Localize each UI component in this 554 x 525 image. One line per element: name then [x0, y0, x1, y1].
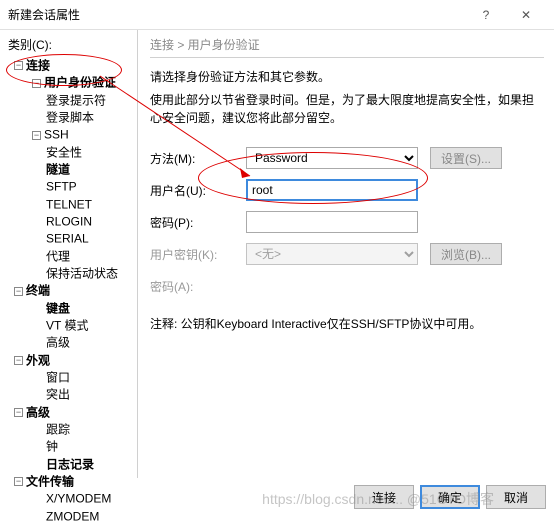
tree-serial[interactable]: SERIAL — [4, 230, 137, 247]
username-label: 用户名(U): — [150, 182, 246, 199]
settings-button[interactable]: 设置(S)... — [430, 147, 502, 169]
tree-connection[interactable]: −连接 — [4, 57, 137, 74]
tree-window[interactable]: 窗口 — [4, 369, 137, 386]
tree-login-script[interactable]: 登录脚本 — [4, 109, 137, 126]
tree-security[interactable]: 安全性 — [4, 144, 137, 161]
tree-rlogin[interactable]: RLOGIN — [4, 213, 137, 230]
password-input[interactable] — [246, 211, 418, 233]
cancel-button[interactable]: 取消 — [486, 485, 546, 509]
category-panel: 类别(C): −连接 −用户身份验证 登录提示符 登录脚本 −SSH 安全性 隧… — [0, 30, 138, 478]
dialog-footer: 连接 确定 取消 — [354, 485, 546, 509]
tree-trace[interactable]: 跟踪 — [4, 421, 137, 438]
help-button[interactable]: ? — [466, 0, 506, 30]
browse-button[interactable]: 浏览(B)... — [430, 243, 502, 265]
ok-button[interactable]: 确定 — [420, 485, 480, 509]
tree-auth[interactable]: −用户身份验证 — [4, 74, 137, 91]
username-input[interactable] — [246, 179, 418, 201]
tree-bell[interactable]: 钟 — [4, 438, 137, 455]
category-label: 类别(C): — [8, 36, 137, 53]
tree-ssh[interactable]: −SSH — [4, 126, 137, 143]
category-tree: −连接 −用户身份验证 登录提示符 登录脚本 −SSH 安全性 隧道 SFTP … — [4, 57, 137, 525]
method-label: 方法(M): — [150, 150, 246, 167]
connect-button[interactable]: 连接 — [354, 485, 414, 509]
tree-logging[interactable]: 日志记录 — [4, 456, 137, 473]
tree-sftp[interactable]: SFTP — [4, 178, 137, 195]
tree-advanced[interactable]: −高级 — [4, 404, 137, 421]
tree-terminal[interactable]: −终端 — [4, 282, 137, 299]
tree-advanced-t[interactable]: 高级 — [4, 334, 137, 351]
tree-filetransfer[interactable]: −文件传输 — [4, 473, 137, 490]
note-text: 注释: 公钥和Keyboard Interactive仅在SSH/SFTP协议中… — [150, 315, 544, 332]
tree-tunnel[interactable]: 隧道 — [4, 161, 137, 178]
tree-login-prompt[interactable]: 登录提示符 — [4, 92, 137, 109]
window-title: 新建会话属性 — [8, 6, 466, 23]
title-bar: 新建会话属性 ? ✕ — [0, 0, 554, 30]
tree-keepalive[interactable]: 保持活动状态 — [4, 265, 137, 282]
userkey-label: 用户密钥(K): — [150, 246, 246, 263]
content-panel: 连接 > 用户身份验证 请选择身份验证方法和其它参数。 使用此部分以节省登录时间… — [138, 30, 554, 478]
password-label: 密码(P): — [150, 214, 246, 231]
tree-appearance[interactable]: −外观 — [4, 352, 137, 369]
method-select[interactable]: Password — [246, 147, 418, 169]
breadcrumb: 连接 > 用户身份验证 — [150, 36, 544, 53]
tree-keyboard[interactable]: 键盘 — [4, 300, 137, 317]
tree-highlight[interactable]: 突出 — [4, 386, 137, 403]
description: 请选择身份验证方法和其它参数。 — [150, 68, 544, 85]
tree-zmodem[interactable]: ZMODEM — [4, 508, 137, 525]
tree-xymodem[interactable]: X/YMODEM — [4, 490, 137, 507]
tree-vtmode[interactable]: VT 模式 — [4, 317, 137, 334]
tree-proxy[interactable]: 代理 — [4, 248, 137, 265]
close-button[interactable]: ✕ — [506, 0, 546, 30]
tree-telnet[interactable]: TELNET — [4, 196, 137, 213]
divider — [150, 57, 544, 58]
userkey-select: <无> — [246, 243, 418, 265]
passphrase-label: 密码(A): — [150, 278, 246, 295]
description-2: 使用此部分以节省登录时间。但是，为了最大限度地提高安全性，如果担心安全问题，建议… — [150, 91, 544, 127]
